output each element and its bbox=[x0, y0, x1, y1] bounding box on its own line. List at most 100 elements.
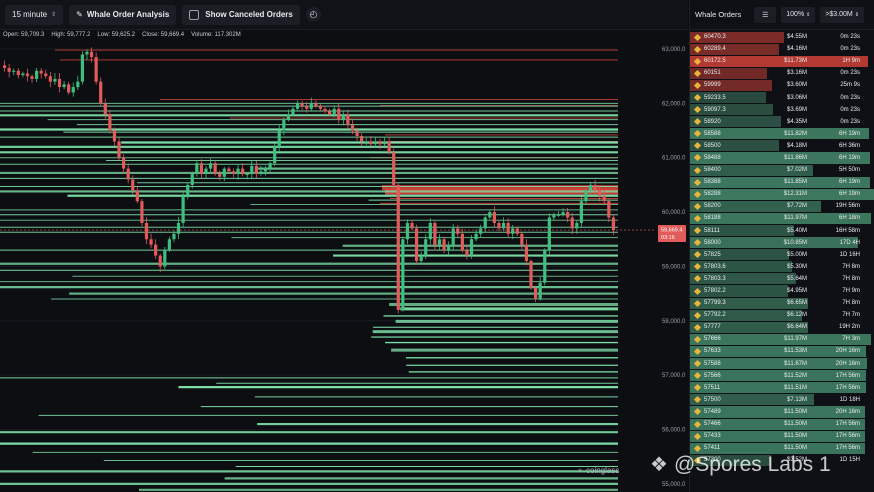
order-row[interactable]: 59097.3 $3.69M 0m 23s bbox=[690, 104, 874, 116]
candle-body bbox=[405, 222, 410, 240]
candle-body bbox=[410, 222, 414, 229]
order-row[interactable]: 58400 $7.02M 5H 50m bbox=[690, 164, 874, 176]
order-row[interactable]: 57777 $6.64M 19H 2m bbox=[690, 321, 874, 333]
candle-body bbox=[163, 250, 167, 267]
order-row[interactable]: 57825 $5.00M 1D 16H bbox=[690, 249, 874, 261]
candle-body bbox=[259, 171, 263, 175]
candle-body bbox=[99, 81, 103, 104]
order-price: 58488 bbox=[704, 154, 721, 161]
price-tick-label: 58,000.0 bbox=[662, 319, 686, 325]
order-row[interactable]: 58288 $12.31M 6H 19m bbox=[690, 188, 874, 200]
binance-icon bbox=[693, 299, 701, 307]
order-price: 57799.3 bbox=[704, 300, 726, 307]
order-row[interactable]: 57566 $11.52M 17H 56m bbox=[690, 370, 874, 382]
interval-select[interactable]: 15 minute ⇕ bbox=[5, 4, 64, 25]
candle-body bbox=[76, 81, 80, 88]
order-row[interactable]: 59999 $3.60M 25m 9s bbox=[690, 79, 874, 91]
order-row[interactable]: 60151 $3.16M 0m 23s bbox=[690, 67, 874, 79]
order-row[interactable]: 57489 $11.50M 20H 16m bbox=[690, 406, 874, 418]
order-row[interactable]: 58000 $10.85M 17D 4H bbox=[690, 237, 874, 249]
candle-body bbox=[323, 108, 327, 112]
candle-body bbox=[442, 239, 446, 251]
order-row[interactable]: 57803.3 $5.64M 7H 8m bbox=[690, 273, 874, 285]
candle-body bbox=[501, 222, 506, 229]
order-amount: $3.16M bbox=[786, 70, 807, 77]
chevron-updown-icon: ⇕ bbox=[854, 11, 859, 18]
order-row[interactable]: 57466 $11.50M 17H 56m bbox=[690, 418, 874, 430]
candle-body bbox=[401, 239, 405, 310]
whale-analysis-button[interactable]: ✎ Whale Order Analysis bbox=[69, 4, 177, 25]
candle-body bbox=[497, 222, 501, 229]
order-price: 58200 bbox=[704, 203, 721, 210]
order-row[interactable]: 57433 $11.50M 17H 56m bbox=[690, 430, 874, 442]
order-row[interactable]: 57802.2 $4.95M 7H 9m bbox=[690, 285, 874, 297]
order-age: 19H 2m bbox=[838, 324, 860, 331]
order-age: 0m 23s bbox=[840, 106, 860, 113]
order-age: 1D 18H bbox=[839, 396, 860, 403]
settings-sliders-icon[interactable]: ☰ bbox=[754, 6, 777, 23]
checkbox-icon[interactable] bbox=[189, 9, 200, 20]
order-row[interactable]: 57666 $11.97M 7H 3m bbox=[690, 333, 874, 345]
binance-icon bbox=[693, 57, 701, 65]
price-tick-label: 61,000.0 bbox=[662, 156, 686, 162]
zoom-select[interactable]: 100% ⇕ bbox=[781, 6, 816, 23]
binance-icon bbox=[693, 154, 701, 162]
candle-body bbox=[195, 163, 199, 175]
order-row[interactable]: 58200 $7.72M 19H 56m bbox=[690, 200, 874, 212]
candle-body bbox=[236, 168, 240, 175]
order-row[interactable]: 58500 $4.18M 6H 36m bbox=[690, 140, 874, 152]
screenshot-icon[interactable]: ◴ bbox=[305, 7, 321, 22]
order-row[interactable]: 59233.5 $3.06M 0m 23s bbox=[690, 91, 874, 104]
order-row[interactable]: 58488 $11.86M 6H 19m bbox=[690, 152, 874, 164]
order-amount: $12.31M bbox=[783, 191, 807, 198]
candle-body bbox=[382, 141, 387, 145]
binance-icon bbox=[693, 335, 701, 343]
show-canceled-toggle[interactable]: Show Canceled Orders bbox=[182, 4, 300, 25]
candle-body bbox=[314, 103, 318, 107]
price-chart[interactable]: 63,000.0 62,000.0 61,000.0 60,000.0 59,000.0… bbox=[0, 30, 688, 492]
candle-body bbox=[199, 163, 204, 175]
order-amount: $11.73M bbox=[784, 58, 807, 65]
order-age: 17H 56m bbox=[835, 372, 860, 379]
order-age: 7H 8m bbox=[842, 300, 860, 307]
order-row[interactable]: 57799.3 $6.65M 7H 8m bbox=[690, 297, 874, 309]
order-row[interactable]: 58111 $5.40M 16H 58m bbox=[690, 225, 874, 237]
candle-body bbox=[94, 57, 98, 82]
candle-body bbox=[204, 168, 208, 175]
candle-body bbox=[350, 125, 355, 131]
order-age: 7H 8m bbox=[842, 263, 860, 270]
candle-body bbox=[607, 201, 611, 218]
order-price: 58920 bbox=[704, 118, 721, 125]
order-row[interactable]: 57511 $11.51M 17H 56m bbox=[690, 382, 874, 394]
order-amount: $11.50M bbox=[784, 445, 807, 452]
candle-body bbox=[456, 228, 460, 234]
order-row[interactable]: 58188 $11.97M 6H 18m bbox=[690, 212, 874, 224]
order-row[interactable]: 57588 $11.67M 20H 16m bbox=[690, 358, 874, 370]
order-row[interactable]: 57792.2 $6.12M 7H 7m bbox=[690, 309, 874, 321]
candle-body bbox=[360, 135, 364, 142]
candle-body bbox=[245, 174, 249, 176]
binance-icon bbox=[693, 166, 701, 174]
order-price: 57666 bbox=[704, 336, 721, 343]
order-amount: $7.02M bbox=[786, 167, 807, 174]
candle-body bbox=[346, 114, 350, 126]
order-row[interactable]: 58388 $11.85M 6H 19m bbox=[690, 176, 874, 188]
order-row[interactable]: 57500 $7.13M 1D 18H bbox=[690, 394, 874, 406]
current-price-label: 59,669.4 bbox=[661, 228, 682, 234]
order-row[interactable]: 57803.6 $5.30M 7H 8m bbox=[690, 261, 874, 273]
binance-icon bbox=[693, 118, 701, 126]
order-row[interactable]: 60470.3 $4.55M 0m 23s bbox=[690, 31, 874, 43]
whale-bid-levels bbox=[0, 102, 618, 491]
filter-select[interactable]: >$3.00M ⇕ bbox=[820, 6, 864, 23]
candle-body bbox=[103, 103, 107, 115]
order-amount: $4.35M bbox=[786, 118, 807, 125]
order-row[interactable]: 57633 $11.53M 20H 16m bbox=[690, 345, 874, 358]
order-row[interactable]: 58920 $4.35M 0m 23s bbox=[690, 116, 874, 128]
order-row[interactable]: 60289.4 $4.16M 0m 23s bbox=[690, 43, 874, 55]
candle-body bbox=[465, 250, 469, 256]
order-age: 16H 58m bbox=[835, 227, 860, 234]
candle-body bbox=[598, 190, 602, 196]
order-row[interactable]: 58588 $11.82M 6H 19m bbox=[690, 128, 874, 140]
order-row[interactable]: 60172.5 $11.73M 1H 9m bbox=[690, 55, 874, 67]
order-amount: $11.53M bbox=[784, 348, 807, 355]
